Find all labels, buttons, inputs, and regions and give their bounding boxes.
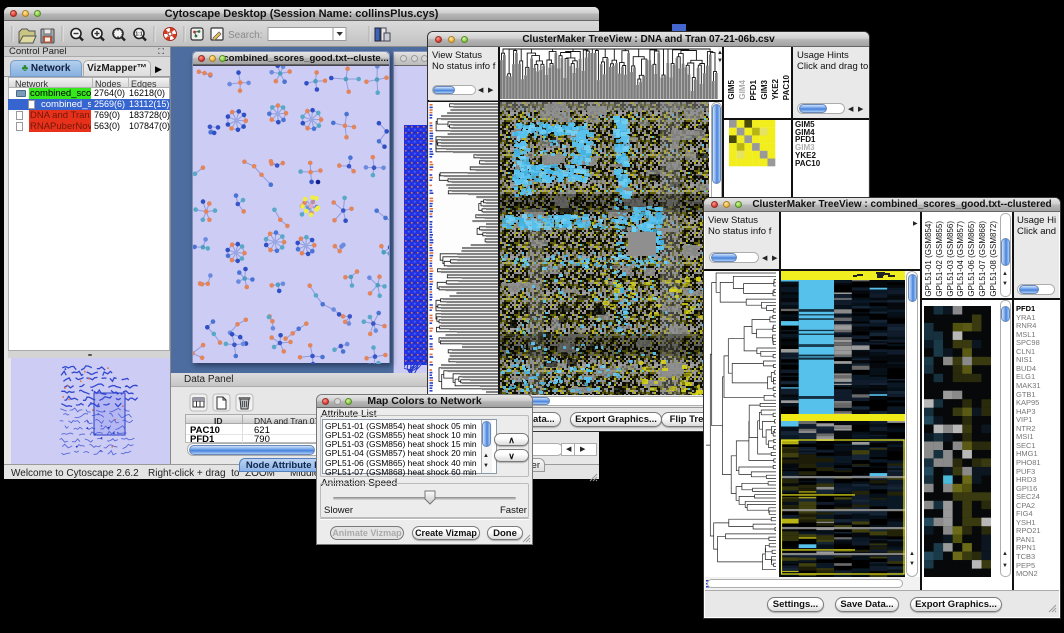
svg-text:1:1: 1:1 [135, 32, 142, 38]
svg-text:Search:: Search: [228, 30, 262, 41]
